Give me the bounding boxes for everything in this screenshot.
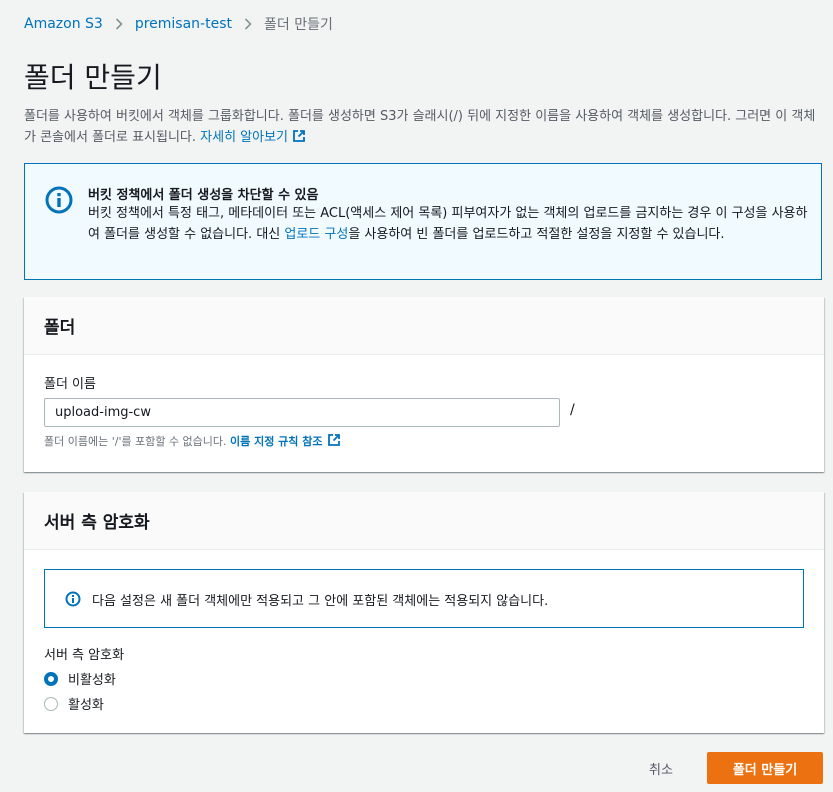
encryption-info-box: 다음 설정은 새 폴더 객체에만 적용되고 그 안에 포함된 객체에는 적용되지…	[44, 569, 804, 628]
folder-name-input[interactable]	[44, 398, 560, 427]
bucket-policy-alert: 버킷 정책에서 폴더 생성을 차단할 수 있음 버킷 정책에서 특정 태그, 메…	[24, 163, 822, 280]
cancel-button[interactable]: 취소	[636, 752, 686, 784]
encryption-panel-title: 서버 측 암호화	[44, 513, 150, 533]
alert-body: 버킷 정책에서 특정 태그, 메타데이터 또는 ACL(액세스 제어 목록) 피…	[88, 206, 808, 242]
folder-panel-header: 폴더	[24, 297, 824, 355]
folder-name-label: 폴더 이름	[44, 377, 96, 392]
chevron-right-icon	[244, 18, 252, 30]
radio-enable[interactable]: 활성화	[44, 694, 104, 713]
folder-name-hint: 폴더 이름에는 '/'를 포함할 수 없습니다. 이름 지정 규칙 참조	[44, 433, 341, 450]
folder-panel-title: 폴더	[44, 318, 76, 338]
page-description-text: 폴더를 사용하여 버킷에서 객체를 그룹화합니다. 폴더를 생성하면 S3가 슬…	[24, 109, 816, 145]
breadcrumb: Amazon S3 premisan-test 폴더 만들기	[24, 14, 333, 34]
chevron-right-icon	[115, 18, 123, 30]
page-title: 폴더 만들기	[24, 61, 162, 94]
radio-disable[interactable]: 비활성화	[44, 669, 116, 688]
radio-button-unchecked[interactable]	[44, 696, 58, 711]
breadcrumb-current: 폴더 만들기	[264, 17, 333, 33]
folder-panel: 폴더 폴더 이름 / 폴더 이름에는 '/'를 포함할 수 없습니다. 이름 지…	[24, 297, 824, 472]
breadcrumb-item-bucket[interactable]: premisan-test	[135, 16, 232, 32]
radio-enable-label: 활성화	[68, 698, 104, 713]
create-folder-button[interactable]: 폴더 만들기	[707, 752, 823, 784]
external-link-icon	[292, 129, 306, 150]
encryption-panel: 서버 측 암호화 다음 설정은 새 폴더 객체에만 적용되고 그 안에 포함된 …	[24, 492, 824, 733]
learn-more-link[interactable]: 자세히 알아보기	[200, 130, 306, 145]
encryption-panel-header: 서버 측 암호화	[24, 492, 824, 550]
radio-button-checked[interactable]	[44, 671, 58, 686]
encryption-label: 서버 측 암호화	[44, 648, 125, 663]
encryption-info-text: 다음 설정은 새 폴더 객체에만 적용되고 그 안에 포함된 객체에는 적용되지…	[92, 594, 549, 609]
info-icon	[45, 186, 73, 218]
upload-config-link[interactable]: 업로드 구성	[284, 227, 348, 242]
external-link-icon	[327, 433, 341, 450]
page-description: 폴더를 사용하여 버킷에서 객체를 그룹화합니다. 폴더를 생성하면 S3가 슬…	[24, 106, 824, 150]
naming-rules-link[interactable]: 이름 지정 규칙 참조	[230, 433, 341, 450]
info-icon	[65, 591, 81, 611]
radio-disable-label: 비활성화	[68, 673, 116, 688]
alert-title: 버킷 정책에서 폴더 생성을 차단할 수 있음	[88, 188, 319, 203]
folder-name-suffix: /	[570, 402, 575, 418]
breadcrumb-item-amazon-s3[interactable]: Amazon S3	[24, 16, 103, 32]
